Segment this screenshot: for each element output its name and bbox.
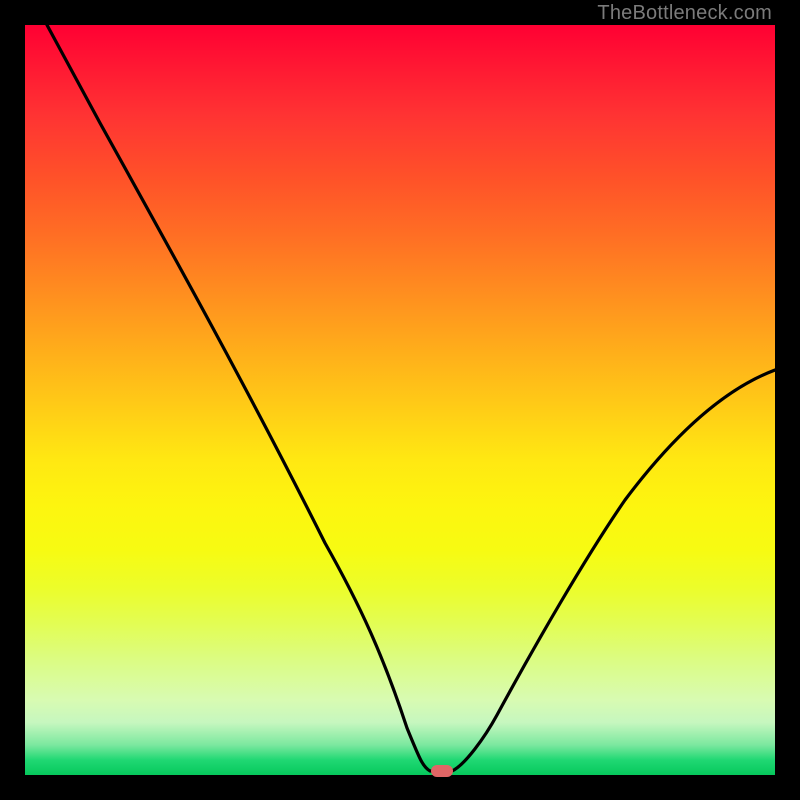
curve-layer [25, 25, 775, 775]
plot-area [25, 25, 775, 775]
optimal-marker [431, 765, 453, 777]
chart-frame: TheBottleneck.com [0, 0, 800, 800]
watermark-text: TheBottleneck.com [597, 2, 772, 25]
bottleneck-curve [47, 25, 775, 771]
